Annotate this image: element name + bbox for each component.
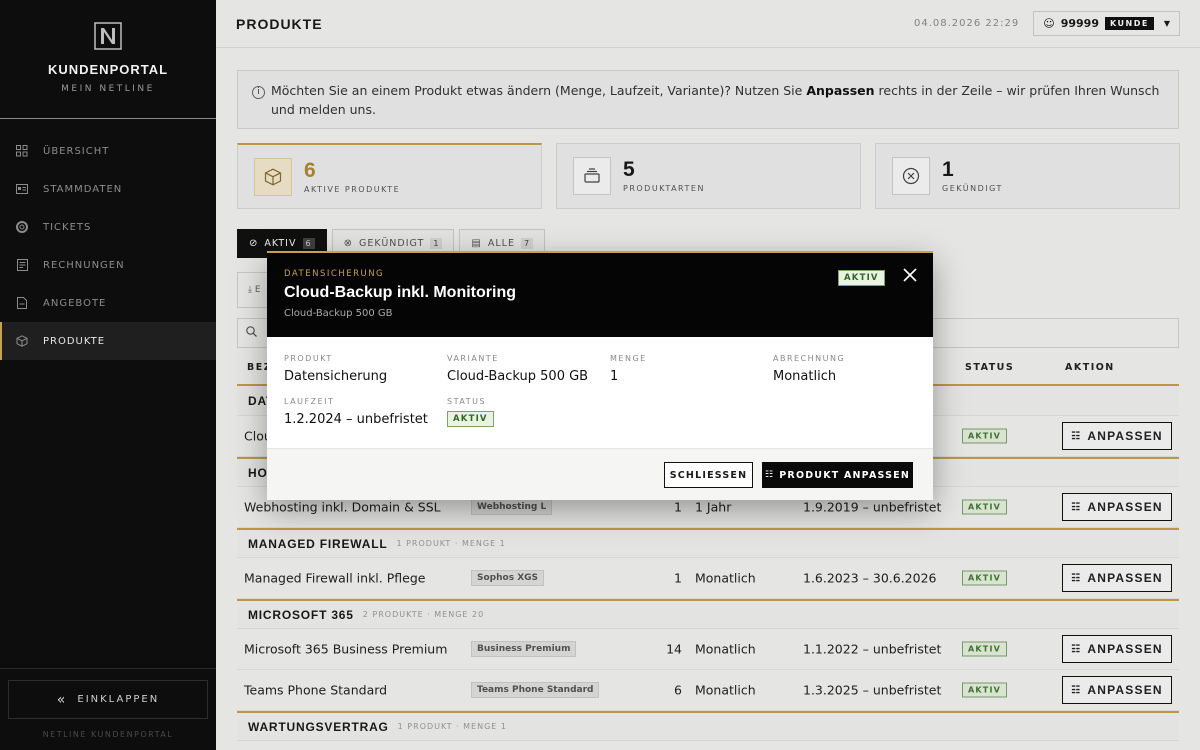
- field-value: Cloud-Backup 500 GB: [447, 369, 589, 384]
- sidebar-item-label: TICKETS: [43, 221, 92, 233]
- field-label: PRODUKT: [284, 354, 333, 363]
- sidebar-item-overview[interactable]: ÜBERSICHT: [0, 132, 216, 170]
- logo-block: KUNDENPORTAL MEIN NETLINE: [0, 0, 216, 119]
- sidebar-item-label: ÜBERSICHT: [43, 145, 110, 157]
- field-abrechnung: ABRECHNUNG Monatlich: [773, 354, 845, 384]
- sidebar-nav: ÜBERSICHT STAMMDATEN TICKETS RECHNUNGEN …: [0, 132, 216, 360]
- document-icon: [16, 297, 28, 309]
- field-laufzeit: LAUFZEIT 1.2.2024 – unbefristet: [284, 397, 428, 427]
- modal-body: PRODUKT Datensicherung VARIANTE Cloud-Ba…: [267, 337, 933, 448]
- id-card-icon: [16, 183, 28, 195]
- field-label: VARIANTE: [447, 354, 499, 363]
- sidebar: KUNDENPORTAL MEIN NETLINE ÜBERSICHT STAM…: [0, 0, 216, 750]
- field-produkt: PRODUKT Datensicherung: [284, 354, 387, 384]
- field-label: LAUFZEIT: [284, 397, 335, 406]
- cube-icon: [16, 335, 28, 347]
- status-badge: AKTIV: [838, 270, 885, 286]
- double-chevron-left-icon: «: [56, 691, 68, 708]
- product-detail-modal: DATENSICHERUNG Cloud-Backup inkl. Monito…: [267, 251, 933, 500]
- sidebar-bottom: « EINKLAPPEN NETLINE KUNDENPORTAL: [0, 668, 216, 750]
- collapse-label: EINKLAPPEN: [77, 694, 160, 705]
- grid-icon: [16, 145, 28, 157]
- field-value: Monatlich: [773, 369, 837, 384]
- field-value: 1.2.2024 – unbefristet: [284, 412, 428, 427]
- sidebar-item-angebote[interactable]: ANGEBOTE: [0, 284, 216, 322]
- sidebar-item-rechnungen[interactable]: RECHNUNGEN: [0, 246, 216, 284]
- field-menge: MENGE 1: [610, 354, 647, 384]
- modal-header: DATENSICHERUNG Cloud-Backup inkl. Monito…: [267, 253, 933, 337]
- portal-title: KUNDENPORTAL: [47, 62, 169, 77]
- field-label: STATUS: [447, 397, 487, 406]
- sidebar-item-tickets[interactable]: TICKETS: [0, 208, 216, 246]
- sidebar-item-produkte[interactable]: PRODUKTE: [0, 322, 216, 360]
- field-value: Datensicherung: [284, 369, 388, 384]
- sidebar-item-label: RECHNUNGEN: [43, 259, 125, 271]
- sidebar-item-label: ANGEBOTE: [43, 297, 107, 309]
- status-badge: AKTIV: [447, 411, 494, 427]
- close-button[interactable]: SCHLIESSEN: [664, 462, 753, 488]
- adjust-product-button[interactable]: ☷ PRODUKT ANPASSEN: [762, 462, 913, 488]
- netline-logo-icon: [94, 22, 122, 50]
- adjust-product-label: PRODUKT ANPASSEN: [779, 469, 911, 481]
- field-variante: VARIANTE Cloud-Backup 500 GB: [447, 354, 588, 384]
- field-label: MENGE: [610, 354, 647, 363]
- close-icon[interactable]: [900, 265, 920, 285]
- sidebar-footer: NETLINE KUNDENPORTAL: [42, 730, 174, 739]
- sidebar-item-stammdaten[interactable]: STAMMDATEN: [0, 170, 216, 208]
- modal-subtitle: Cloud-Backup 500 GB: [284, 308, 393, 319]
- field-label: ABRECHNUNG: [773, 354, 846, 363]
- lifebuoy-icon: [16, 221, 28, 233]
- sidebar-item-label: PRODUKTE: [43, 335, 106, 347]
- collapse-sidebar-button[interactable]: « EINKLAPPEN: [8, 680, 208, 719]
- invoice-icon: [16, 259, 28, 271]
- field-status: STATUS AKTIV: [447, 397, 494, 427]
- modal-title: Cloud-Backup inkl. Monitoring: [284, 284, 516, 301]
- sliders-icon: ☷: [764, 470, 775, 480]
- modal-footer: SCHLIESSEN ☷ PRODUKT ANPASSEN: [267, 448, 933, 500]
- sidebar-item-label: STAMMDATEN: [43, 183, 123, 195]
- modal-category: DATENSICHERUNG: [284, 269, 385, 279]
- field-value: 1: [610, 369, 619, 384]
- portal-subtitle: MEIN NETLINE: [61, 84, 155, 94]
